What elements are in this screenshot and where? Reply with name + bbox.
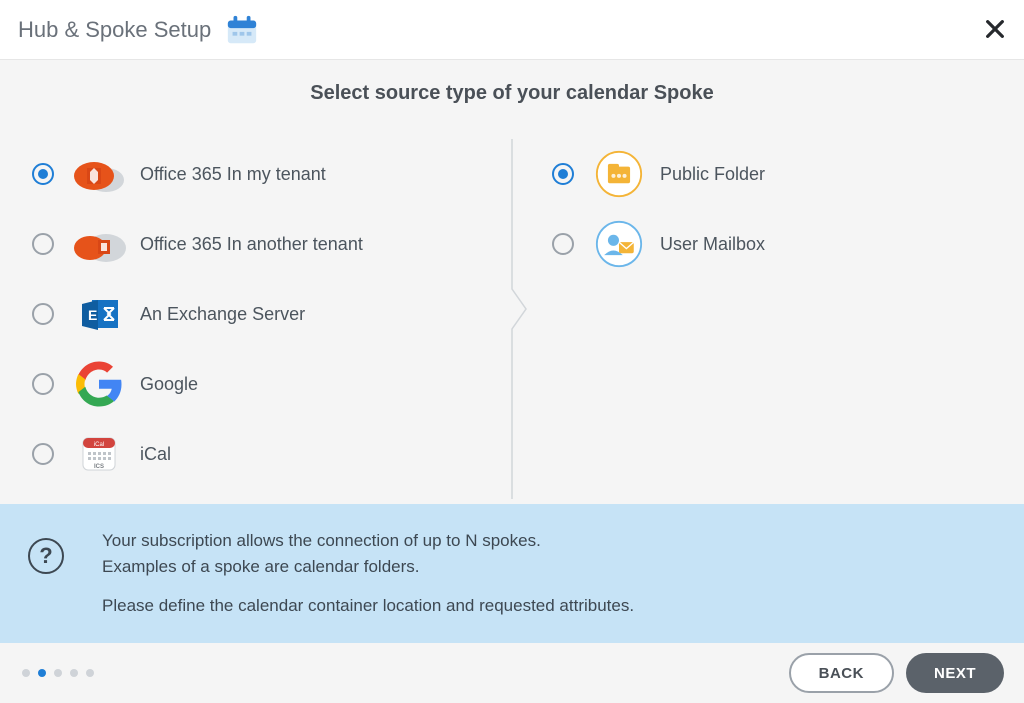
public-folder-icon [590,150,648,198]
radio-google[interactable] [32,373,54,395]
option-exchange-server[interactable]: E An Exchange Server [32,279,512,349]
dialog-footer: BACK NEXT [0,643,1024,703]
step-dot [86,669,94,677]
dialog-header: Hub & Spoke Setup [0,0,1024,60]
svg-text:ICS: ICS [94,464,104,470]
header-title: Hub & Spoke Setup [18,17,211,43]
svg-text:iCal: iCal [94,442,104,448]
step-dot-active [38,669,46,677]
option-label: Office 365 In my tenant [140,164,326,185]
option-label: iCal [140,444,171,465]
option-label: Office 365 In another tenant [140,234,363,255]
options-container: Office 365 In my tenant Office 365 In an… [0,139,1024,499]
step-dot [22,669,30,677]
step-dot [70,669,78,677]
office365-my-tenant-icon [70,150,128,198]
ical-icon: iCal ICS [70,430,128,478]
radio-user-mailbox[interactable] [552,233,574,255]
google-icon [70,360,128,408]
radio-office365-my-tenant[interactable] [32,163,54,185]
target-column: Public Folder User Mailbox [512,139,998,499]
info-line1: Your subscription allows the connection … [102,531,541,550]
exchange-server-icon: E [70,290,128,338]
user-mailbox-icon [590,220,648,268]
option-label: Public Folder [660,164,765,185]
option-google[interactable]: Google [32,349,512,419]
radio-office365-other-tenant[interactable] [32,233,54,255]
source-column: Office 365 In my tenant Office 365 In an… [26,139,512,499]
step-indicator [22,669,94,677]
help-icon: ? [28,538,64,574]
option-public-folder[interactable]: Public Folder [552,139,998,209]
option-office365-other-tenant[interactable]: Office 365 In another tenant [32,209,512,279]
info-line2: Examples of a spoke are calendar folders… [102,557,420,576]
option-office365-my-tenant[interactable]: Office 365 In my tenant [32,139,512,209]
option-label: Google [140,374,198,395]
info-text: Your subscription allows the connection … [102,528,634,619]
radio-exchange-server[interactable] [32,303,54,325]
dialog-body: Select source type of your calendar Spok… [0,60,1024,499]
back-button[interactable]: BACK [789,653,894,693]
radio-ical[interactable] [32,443,54,465]
close-button[interactable] [980,14,1010,44]
info-panel: ? Your subscription allows the connectio… [0,504,1024,643]
step-dot [54,669,62,677]
svg-text:E: E [88,307,97,323]
next-button[interactable]: NEXT [906,653,1004,693]
option-label: User Mailbox [660,234,765,255]
option-label: An Exchange Server [140,304,305,325]
radio-public-folder[interactable] [552,163,574,185]
office365-other-tenant-icon [70,220,128,268]
calendar-icon [225,13,259,47]
option-ical[interactable]: iCal ICS iCal [32,419,512,489]
info-line3: Please define the calendar container loc… [102,593,634,619]
option-user-mailbox[interactable]: User Mailbox [552,209,998,279]
page-subtitle: Select source type of your calendar Spok… [0,82,1024,105]
